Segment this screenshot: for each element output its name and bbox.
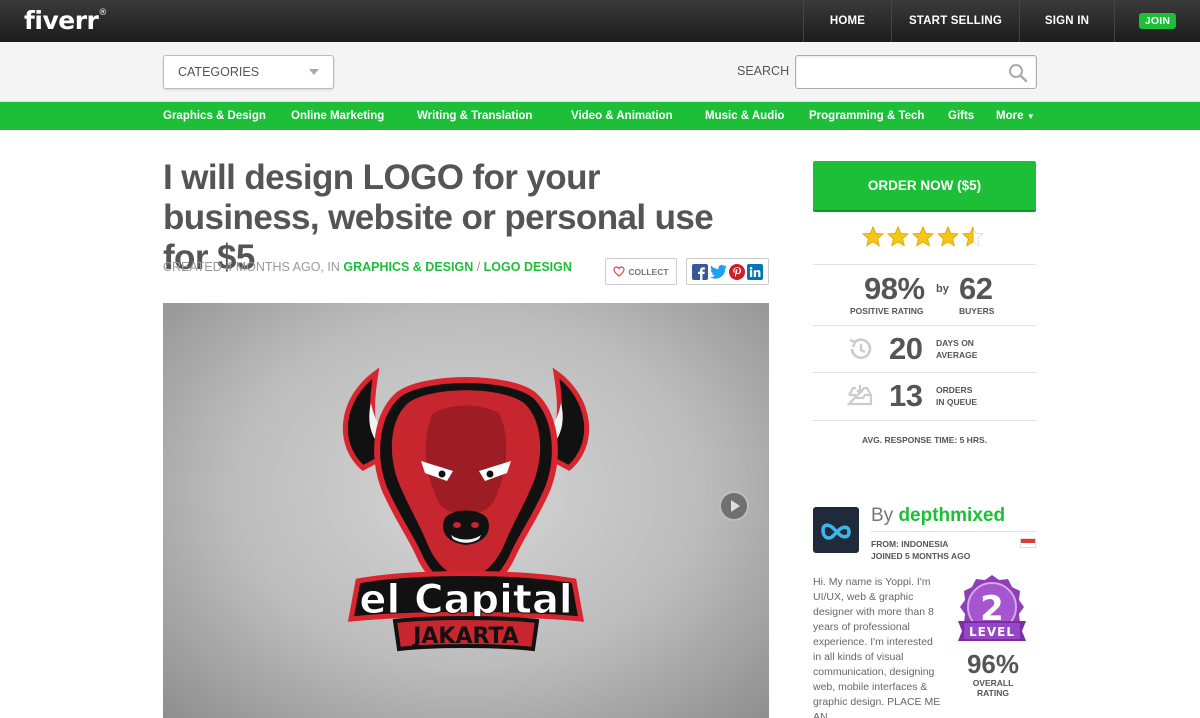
- category-gifts[interactable]: Gifts: [948, 110, 974, 122]
- star-icon: [912, 226, 934, 247]
- orders-label-line2: IN QUEUE: [936, 397, 978, 407]
- orders-value: 13: [889, 378, 923, 413]
- buyers-value: 62: [959, 271, 993, 306]
- overall-rating-label-2: RATING: [977, 688, 1009, 698]
- top-bar: fiverr® HOME START SELLING SIGN IN JOIN: [0, 0, 1200, 42]
- caret-down-icon: ▼: [1026, 112, 1035, 121]
- overall-rating-label-1: OVERALL: [972, 678, 1014, 688]
- days-value: 20: [889, 331, 923, 366]
- fiverr-logo[interactable]: fiverr®: [24, 6, 107, 35]
- logo-text-jakarta: JAKARTA: [411, 624, 519, 649]
- join-button[interactable]: JOIN: [1138, 13, 1177, 29]
- seller-country: FROM: INDONESIA: [871, 539, 949, 549]
- category-programming-tech[interactable]: Programming & Tech: [809, 110, 924, 122]
- share-buttons: [686, 258, 769, 285]
- level-label: LEVEL: [969, 625, 1015, 639]
- category-nav: Graphics & Design Online Marketing Writi…: [0, 102, 1200, 130]
- order-now-button[interactable]: ORDER NOW ($5): [813, 161, 1036, 210]
- days-label-line1: DAYS ON: [936, 338, 974, 348]
- pinterest-icon[interactable]: [729, 263, 745, 280]
- avatar[interactable]: [813, 507, 859, 553]
- search-label: SEARCH: [737, 64, 790, 78]
- category-writing-translation[interactable]: Writing & Translation: [417, 110, 532, 122]
- days-label: DAYS ON AVERAGE: [936, 337, 977, 361]
- orders-label: ORDERS IN QUEUE: [936, 384, 977, 408]
- play-icon[interactable]: [719, 491, 749, 521]
- seller-byline: By depthmixed: [871, 505, 1005, 527]
- gig-gallery[interactable]: el Capital JAKARTA: [163, 303, 769, 718]
- heart-icon: [613, 266, 626, 277]
- categories-label: CATEGORIES: [178, 65, 260, 79]
- nav-join[interactable]: JOIN: [1114, 0, 1200, 42]
- category-video-animation[interactable]: Video & Animation: [571, 110, 673, 122]
- overall-rating-value: 96%: [966, 649, 1020, 679]
- nav-home[interactable]: HOME: [803, 0, 891, 42]
- seller-bio: Hi. My name is Yoppi. I'm UI/UX, web & g…: [813, 576, 941, 718]
- history-clock-icon: [849, 338, 872, 359]
- divider: [813, 420, 1036, 421]
- logo-registered-mark: ®: [98, 8, 107, 18]
- level-badge-icon: 2 LEVEL: [958, 575, 1026, 641]
- seller-meta: FROM: INDONESIA JOINED 5 MONTHS AGO: [871, 538, 970, 562]
- positive-rating-value: 98%: [864, 271, 925, 306]
- category-music-audio[interactable]: Music & Audio: [705, 110, 784, 122]
- linkedin-icon[interactable]: [747, 263, 763, 280]
- seller-joined: JOINED 5 MONTHS AGO: [871, 551, 971, 561]
- positive-rating-label: POSITIVE RATING: [850, 306, 924, 316]
- nav-sign-in-label: SIGN IN: [1044, 15, 1090, 27]
- inbox-tray-icon: [847, 385, 873, 406]
- half-star-icon: [962, 226, 984, 247]
- categories-dropdown[interactable]: CATEGORIES: [163, 55, 334, 89]
- days-label-line2: AVERAGE: [936, 350, 978, 360]
- category-more-label: More: [996, 110, 1024, 122]
- rating-stars: [862, 226, 984, 247]
- logo-text: fiverr: [24, 6, 99, 35]
- indonesia-flag-icon: [1020, 538, 1036, 548]
- created-text: CREATED 4 MONTHS AGO, IN: [163, 260, 344, 274]
- collect-label: COLLECT: [628, 266, 669, 277]
- category-link[interactable]: GRAPHICS & DESIGN: [343, 260, 473, 274]
- response-time: AVG. RESPONSE TIME: 5 HRS.: [861, 435, 987, 445]
- search-icon[interactable]: [1008, 63, 1028, 83]
- gig-meta: CREATED 4 MONTHS AGO, IN GRAPHICS & DESI…: [163, 260, 572, 274]
- category-online-marketing[interactable]: Online Marketing: [291, 110, 384, 122]
- chevron-down-icon: [309, 69, 319, 75]
- category-graphics-design[interactable]: Graphics & Design: [163, 110, 266, 122]
- star-icon: [937, 226, 959, 247]
- star-icon: [862, 226, 884, 247]
- by-label: by: [936, 283, 949, 295]
- seller-username-link[interactable]: depthmixed: [898, 505, 1005, 526]
- order-now-label: ORDER NOW ($5): [867, 178, 982, 193]
- bull-logo-image: el Capital JAKARTA: [342, 367, 590, 652]
- nav-home-label: HOME: [829, 15, 866, 27]
- divider: [813, 325, 1036, 326]
- collect-button[interactable]: COLLECT: [605, 258, 677, 285]
- breadcrumb-separator: /: [473, 260, 484, 274]
- overall-rating: 96% OVERALL RATING: [953, 650, 1033, 698]
- facebook-icon[interactable]: [692, 263, 708, 280]
- twitter-icon[interactable]: [710, 264, 727, 280]
- subcategory-link[interactable]: LOGO DESIGN: [484, 260, 572, 274]
- category-more[interactable]: More ▼: [996, 110, 1035, 122]
- divider: [871, 531, 1036, 532]
- divider: [813, 264, 1036, 265]
- by-prefix: By: [871, 505, 899, 526]
- nav-start-selling-label: START SELLING: [908, 15, 1003, 27]
- orders-label-line1: ORDERS: [936, 385, 973, 395]
- search-input[interactable]: [795, 55, 1037, 89]
- star-icon: [887, 226, 909, 247]
- search-row: CATEGORIES SEARCH: [0, 42, 1200, 102]
- buyers-label: BUYERS: [959, 306, 995, 316]
- infinity-logo-icon: [821, 523, 851, 540]
- nav-sign-in[interactable]: SIGN IN: [1019, 0, 1114, 42]
- nav-start-selling[interactable]: START SELLING: [891, 0, 1019, 42]
- divider: [813, 372, 1036, 373]
